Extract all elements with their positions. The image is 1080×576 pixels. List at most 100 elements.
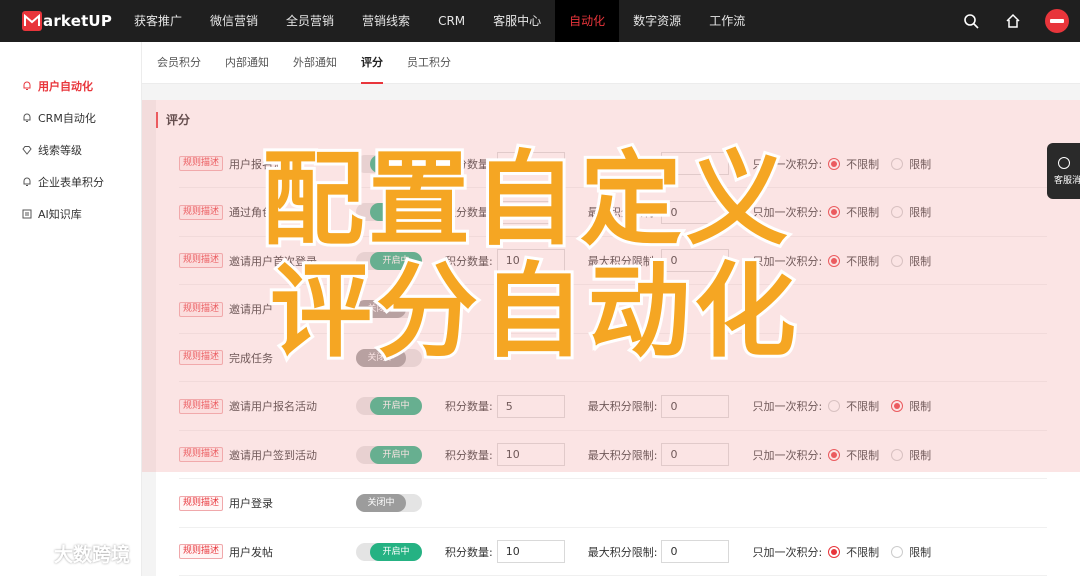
- nav-item[interactable]: 获客推广: [120, 0, 196, 42]
- max-limit-label: 最大积分限制:: [587, 400, 658, 413]
- points-qty-input[interactable]: 5: [496, 394, 565, 418]
- nav-item[interactable]: 全员营销: [272, 0, 348, 42]
- radio-label: 不限制: [846, 206, 880, 219]
- sidebar-item[interactable]: 用户自动化: [0, 70, 141, 102]
- sidebar-item[interactable]: CRM自动化: [0, 102, 141, 134]
- sub-tab[interactable]: 员工积分: [407, 42, 451, 84]
- diamond-icon: [22, 145, 32, 155]
- nav-item[interactable]: 数字资源: [619, 0, 695, 42]
- once-only-radio-group: 不限制 限制: [828, 253, 943, 269]
- radio-label: 限制: [909, 206, 932, 219]
- rule-toggle[interactable]: 开启中: [356, 397, 423, 415]
- rule-description-tag[interactable]: 规则描述: [179, 350, 224, 365]
- rule-row: 规则描述 用户登录 关闭中: [179, 480, 1047, 528]
- radio-unlimited[interactable]: 不限制: [828, 253, 879, 269]
- rule-name: 邀请用户签到活动: [229, 448, 318, 462]
- sidebar-item[interactable]: 线索等级: [0, 134, 141, 166]
- once-only-label: 只加一次积分:: [752, 400, 823, 413]
- sidebar-item-label: AI知识库: [38, 208, 82, 221]
- avatar[interactable]: [1045, 9, 1069, 33]
- search-icon[interactable]: [961, 11, 981, 31]
- radio-limited[interactable]: 限制: [891, 544, 931, 560]
- radio-unlimited[interactable]: 不限制: [828, 156, 879, 172]
- rule-row: 规则描述 用户发帖 开启中 积分数量: 10 最大积分限制: 0 只加一次积分: 不限制 限制: [179, 528, 1047, 576]
- list-icon: [22, 209, 32, 219]
- toggle-label: 开启中: [370, 542, 423, 561]
- rule-name: 用户登录: [229, 497, 274, 510]
- nav-item[interactable]: 营销线索: [348, 0, 424, 42]
- rule-description-tag[interactable]: 规则描述: [179, 495, 224, 511]
- rule-description-tag[interactable]: 规则描述: [179, 544, 224, 559]
- bell-icon: [22, 81, 32, 91]
- sub-tab[interactable]: 会员积分: [157, 42, 201, 84]
- nav-item[interactable]: 微信营销: [196, 0, 272, 42]
- sub-tab[interactable]: 外部通知: [293, 42, 337, 84]
- radio-label: 限制: [909, 157, 932, 171]
- sidebar-item-label: 线索等级: [38, 144, 82, 157]
- once-only-radio-group: 不限制 限制: [828, 447, 943, 463]
- radio-unlimited[interactable]: 不限制: [828, 204, 879, 220]
- sidebar-item[interactable]: AI知识库: [0, 198, 141, 230]
- max-limit-input[interactable]: 0: [661, 394, 730, 418]
- home-icon[interactable]: [1003, 11, 1023, 31]
- max-limit-input[interactable]: 0: [661, 443, 730, 466]
- rule-description-tag[interactable]: 规则描述: [179, 156, 224, 171]
- app-logo[interactable]: arketUP: [0, 0, 120, 42]
- radio-limited[interactable]: 限制: [891, 447, 931, 463]
- radio-label: 不限制: [846, 545, 880, 559]
- radio-unlimited[interactable]: 不限制: [828, 447, 879, 463]
- radio-limited[interactable]: 限制: [891, 253, 931, 269]
- radio-dot: [828, 448, 841, 461]
- chat-icon: [1057, 156, 1070, 169]
- radio-label: 限制: [909, 254, 932, 268]
- rule-description-tag[interactable]: 规则描述: [179, 301, 224, 317]
- sidebar-item-label: 用户自动化: [38, 80, 93, 93]
- points-qty-input[interactable]: 10: [496, 443, 565, 466]
- nav-item[interactable]: CRM: [424, 0, 479, 42]
- watermark: 大数跨境: [8, 540, 130, 567]
- radio-limited[interactable]: 限制: [891, 156, 931, 172]
- rule-description-tag[interactable]: 规则描述: [179, 398, 224, 414]
- radio-label: 不限制: [846, 448, 880, 462]
- radio-unlimited[interactable]: 不限制: [828, 544, 879, 560]
- logo-icon: [22, 11, 42, 31]
- max-limit-input[interactable]: 0: [661, 540, 730, 563]
- nav-item[interactable]: 工作流: [695, 0, 759, 42]
- radio-dot: [891, 545, 904, 558]
- nav-item[interactable]: 客服中心: [479, 0, 555, 42]
- rule-toggle[interactable]: 开启中: [356, 445, 423, 464]
- toggle-label: 关闭中: [356, 494, 407, 512]
- max-limit-label: 最大积分限制:: [587, 448, 658, 462]
- once-only-radio-group: 不限制 限制: [828, 544, 943, 560]
- sub-tab[interactable]: 评分: [361, 42, 383, 84]
- points-qty-label: 积分数量:: [445, 400, 493, 413]
- rule-description-tag[interactable]: 规则描述: [179, 204, 224, 220]
- toggle-label: 开启中: [370, 445, 423, 464]
- toggle-label: 开启中: [370, 397, 423, 415]
- radio-limited[interactable]: 限制: [891, 398, 931, 414]
- points-qty-input[interactable]: 10: [496, 540, 565, 563]
- sub-tabs: 会员积分 内部通知 外部通知 评分 员工积分: [142, 42, 1080, 84]
- sidebar-item[interactable]: 企业表单积分: [0, 166, 141, 198]
- sidebar-item-label: CRM自动化: [38, 112, 96, 125]
- nav-item[interactable]: 自动化: [555, 0, 620, 42]
- rule-toggle[interactable]: 开启中: [356, 542, 423, 561]
- radio-unlimited[interactable]: 不限制: [828, 398, 879, 414]
- sidebar-item-label: 企业表单积分: [38, 176, 104, 189]
- once-only-label: 只加一次积分:: [752, 545, 823, 559]
- rule-name: 邀请用户报名活动: [229, 400, 318, 413]
- radio-dot: [828, 206, 841, 218]
- once-only-radio-group: 不限制 限制: [828, 156, 943, 172]
- rule-description-tag[interactable]: 规则描述: [179, 447, 224, 462]
- bell-icon: [22, 177, 32, 187]
- rule-description-tag[interactable]: 规则描述: [179, 253, 224, 268]
- rule-row: 规则描述 邀请用户报名活动 开启中 积分数量: 5 最大积分限制: 0 只加一次积分: 不限制 限…: [179, 383, 1047, 431]
- watermark-logo-icon: [8, 541, 48, 566]
- customer-service-button[interactable]: 客服消: [1047, 143, 1080, 199]
- radio-dot: [828, 254, 841, 267]
- rule-name: 用户发帖: [229, 545, 274, 559]
- sub-tab[interactable]: 内部通知: [225, 42, 269, 84]
- radio-limited[interactable]: 限制: [891, 204, 931, 220]
- rule-toggle[interactable]: 关闭中: [356, 494, 423, 512]
- radio-dot: [891, 254, 904, 267]
